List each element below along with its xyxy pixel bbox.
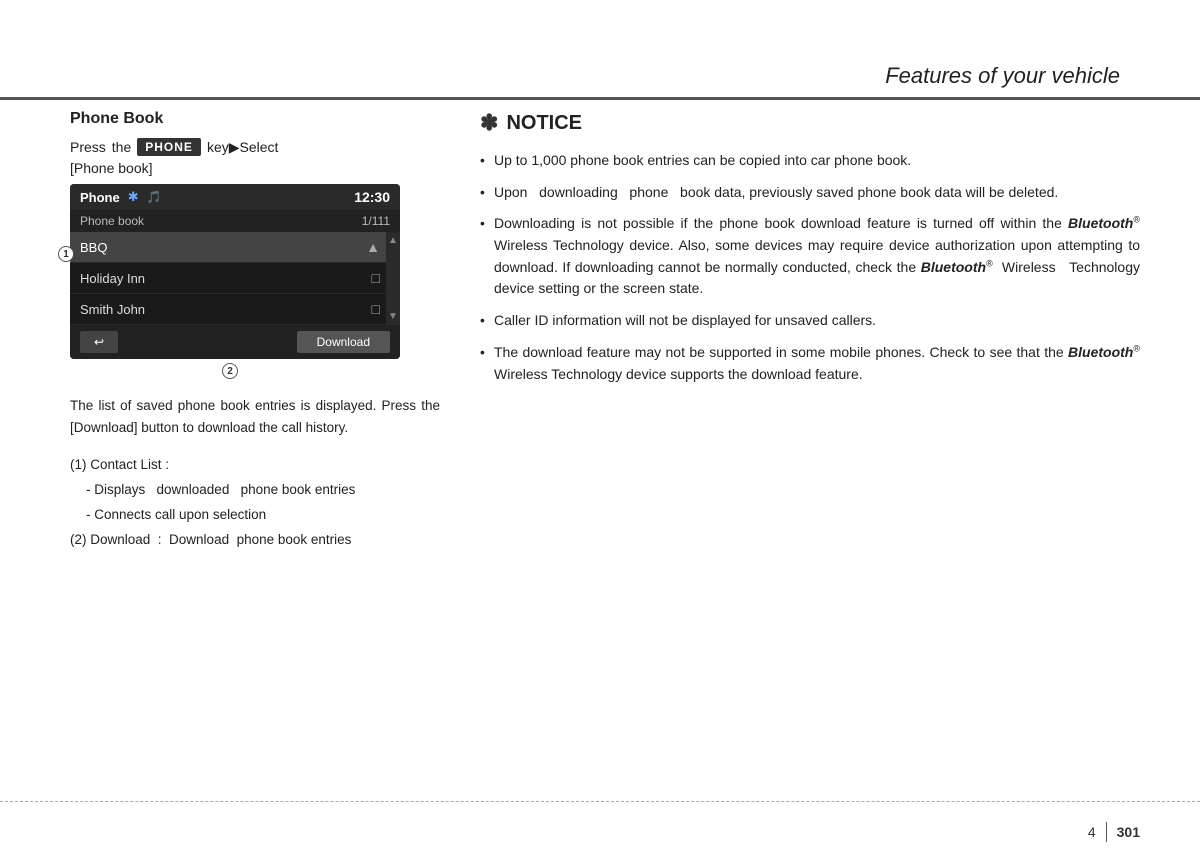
screen-app-name: Phone — [80, 190, 120, 205]
screen-list-container: BBQ ▲ Holiday Inn □ Smith John □ — [70, 232, 400, 325]
notice-item-1: Up to 1,000 phone book entries can be co… — [480, 150, 1140, 172]
screen-row-3-icon: □ — [372, 301, 380, 317]
list-item-1b: - Connects call upon selection — [70, 504, 440, 527]
back-button[interactable]: ↩ — [80, 331, 118, 353]
screen-row-1: BBQ ▲ — [70, 232, 400, 263]
screen-footer: ↩ Download — [70, 325, 400, 359]
press-line: Press the PHONE key▶Select — [70, 138, 440, 156]
bluetooth-ref-3: Bluetooth — [1068, 344, 1133, 360]
circle-1: 1 — [58, 246, 74, 262]
scroll-up-icon[interactable]: ▲ — [388, 235, 398, 246]
notice-item-2: Upon downloading phone book data, previo… — [480, 182, 1140, 204]
notice-header: ✽ NOTICE — [480, 110, 1140, 136]
bluetooth-sup-2: ® — [986, 258, 993, 268]
scroll-down-icon[interactable]: ▼ — [388, 311, 398, 322]
key-select-text: key▶Select — [207, 139, 278, 156]
bluetooth-sup-3: ® — [1133, 343, 1140, 353]
notice-item-3: Downloading is not possible if the phone… — [480, 213, 1140, 300]
screen-row-2-label: Holiday Inn — [80, 271, 145, 286]
page-num-display: 301 — [1117, 824, 1140, 840]
circle-2: 2 — [222, 363, 238, 379]
the-text: the — [112, 139, 131, 155]
screen-row-2: Holiday Inn □ — [70, 263, 400, 294]
screen-subheader: Phone book 1/111 — [70, 210, 400, 232]
bluetooth-icon: ✱ — [128, 189, 139, 205]
bluetooth-ref-1: Bluetooth — [1068, 215, 1133, 231]
screen-row-1-icon: ▲ — [366, 239, 380, 255]
bluetooth-ref-2: Bluetooth — [921, 259, 986, 275]
screen-row-2-icon: □ — [372, 270, 380, 286]
screen-header: Phone ✱ 🎵 12:30 — [70, 184, 400, 210]
list-item-1: (1) Contact List : — [70, 454, 440, 477]
page-number: 4 301 — [1088, 822, 1140, 842]
main-content: Phone Book Press the PHONE key▶Select [P… — [70, 110, 1140, 781]
list-items: (1) Contact List : - Displays downloaded… — [70, 454, 440, 552]
section-title: Phone Book — [70, 110, 440, 128]
phone-book-bracket: [Phone book] — [70, 160, 440, 176]
notice-symbol: ✽ — [480, 110, 498, 136]
download-button[interactable]: Download — [297, 331, 390, 353]
screen-time: 12:30 — [354, 189, 390, 205]
scrollbar[interactable]: ▲ ▼ — [386, 232, 400, 325]
screen-subheader-count: 1/111 — [362, 214, 390, 228]
header-title: Features of your vehicle — [885, 63, 1200, 97]
right-column: ✽ NOTICE Up to 1,000 phone book entries … — [480, 110, 1140, 781]
screen-wrapper: 1 Phone ✱ 🎵 12:30 Phone book 1/111 — [70, 184, 440, 359]
footer: 4 301 — [0, 801, 1200, 861]
list-item-2: (2) Download : Download phone book entri… — [70, 529, 440, 552]
phone-screen: Phone ✱ 🎵 12:30 Phone book 1/111 BBQ — [70, 184, 400, 359]
page-divider — [1106, 822, 1107, 842]
left-column: Phone Book Press the PHONE key▶Select [P… — [70, 110, 440, 781]
list-item-1a: - Displays downloaded phone book entries — [70, 479, 440, 502]
phone-badge: PHONE — [137, 138, 201, 156]
screen-list: BBQ ▲ Holiday Inn □ Smith John □ — [70, 232, 400, 325]
press-text: Press — [70, 139, 106, 155]
screen-subheader-label: Phone book — [80, 214, 144, 228]
chapter-number: 4 — [1088, 824, 1096, 840]
screen-header-left: Phone ✱ 🎵 — [80, 189, 162, 205]
screen-row-3-label: Smith John — [80, 302, 145, 317]
notice-title: NOTICE — [506, 112, 582, 135]
notice-list: Up to 1,000 phone book entries can be co… — [480, 150, 1140, 385]
phone-connected-icon: 🎵 — [147, 190, 162, 204]
description-text: The list of saved phone book entries is … — [70, 395, 440, 438]
notice-item-4: Caller ID information will not be displa… — [480, 310, 1140, 332]
header-bar: Features of your vehicle — [0, 0, 1200, 100]
screen-row-1-label: BBQ — [80, 240, 107, 255]
bluetooth-sup-1: ® — [1133, 215, 1140, 225]
notice-item-5: The download feature may not be supporte… — [480, 342, 1140, 385]
screen-row-3: Smith John □ — [70, 294, 400, 325]
